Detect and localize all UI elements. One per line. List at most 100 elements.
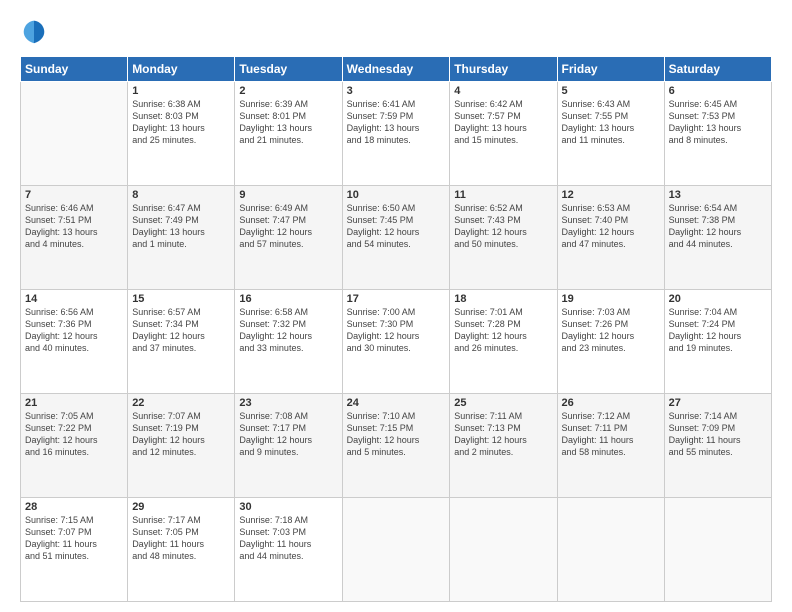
- calendar-cell: 24Sunrise: 7:10 AM Sunset: 7:15 PM Dayli…: [342, 394, 450, 498]
- day-number: 7: [25, 189, 123, 201]
- calendar-week-row: 28Sunrise: 7:15 AM Sunset: 7:07 PM Dayli…: [21, 498, 772, 602]
- day-info: Sunrise: 6:43 AM Sunset: 7:55 PM Dayligh…: [562, 98, 660, 147]
- day-number: 30: [239, 501, 337, 513]
- day-info: Sunrise: 6:49 AM Sunset: 7:47 PM Dayligh…: [239, 202, 337, 251]
- day-info: Sunrise: 7:01 AM Sunset: 7:28 PM Dayligh…: [454, 306, 552, 355]
- weekday-header: Wednesday: [342, 57, 450, 82]
- day-info: Sunrise: 6:58 AM Sunset: 7:32 PM Dayligh…: [239, 306, 337, 355]
- day-number: 16: [239, 293, 337, 305]
- calendar-week-row: 1Sunrise: 6:38 AM Sunset: 8:03 PM Daylig…: [21, 82, 772, 186]
- day-info: Sunrise: 7:03 AM Sunset: 7:26 PM Dayligh…: [562, 306, 660, 355]
- calendar-week-row: 21Sunrise: 7:05 AM Sunset: 7:22 PM Dayli…: [21, 394, 772, 498]
- day-number: 19: [562, 293, 660, 305]
- calendar-cell: 13Sunrise: 6:54 AM Sunset: 7:38 PM Dayli…: [664, 186, 771, 290]
- day-info: Sunrise: 6:45 AM Sunset: 7:53 PM Dayligh…: [669, 98, 767, 147]
- calendar-cell: 6Sunrise: 6:45 AM Sunset: 7:53 PM Daylig…: [664, 82, 771, 186]
- day-number: 21: [25, 397, 123, 409]
- calendar-cell: [664, 498, 771, 602]
- calendar-cell: 2Sunrise: 6:39 AM Sunset: 8:01 PM Daylig…: [235, 82, 342, 186]
- day-info: Sunrise: 7:18 AM Sunset: 7:03 PM Dayligh…: [239, 514, 337, 563]
- day-number: 9: [239, 189, 337, 201]
- day-number: 18: [454, 293, 552, 305]
- calendar-cell: 5Sunrise: 6:43 AM Sunset: 7:55 PM Daylig…: [557, 82, 664, 186]
- day-number: 27: [669, 397, 767, 409]
- calendar-cell: 23Sunrise: 7:08 AM Sunset: 7:17 PM Dayli…: [235, 394, 342, 498]
- calendar-header-row: SundayMondayTuesdayWednesdayThursdayFrid…: [21, 57, 772, 82]
- calendar-cell: 10Sunrise: 6:50 AM Sunset: 7:45 PM Dayli…: [342, 186, 450, 290]
- day-info: Sunrise: 7:11 AM Sunset: 7:13 PM Dayligh…: [454, 410, 552, 459]
- day-number: 17: [347, 293, 446, 305]
- calendar-cell: 14Sunrise: 6:56 AM Sunset: 7:36 PM Dayli…: [21, 290, 128, 394]
- day-number: 13: [669, 189, 767, 201]
- day-number: 4: [454, 85, 552, 97]
- day-info: Sunrise: 6:57 AM Sunset: 7:34 PM Dayligh…: [132, 306, 230, 355]
- day-info: Sunrise: 6:42 AM Sunset: 7:57 PM Dayligh…: [454, 98, 552, 147]
- day-number: 26: [562, 397, 660, 409]
- calendar-cell: 27Sunrise: 7:14 AM Sunset: 7:09 PM Dayli…: [664, 394, 771, 498]
- calendar-week-row: 14Sunrise: 6:56 AM Sunset: 7:36 PM Dayli…: [21, 290, 772, 394]
- calendar-week-row: 7Sunrise: 6:46 AM Sunset: 7:51 PM Daylig…: [21, 186, 772, 290]
- calendar-cell: 19Sunrise: 7:03 AM Sunset: 7:26 PM Dayli…: [557, 290, 664, 394]
- day-number: 23: [239, 397, 337, 409]
- calendar-cell: 12Sunrise: 6:53 AM Sunset: 7:40 PM Dayli…: [557, 186, 664, 290]
- weekday-header: Saturday: [664, 57, 771, 82]
- day-info: Sunrise: 7:04 AM Sunset: 7:24 PM Dayligh…: [669, 306, 767, 355]
- calendar-cell: 20Sunrise: 7:04 AM Sunset: 7:24 PM Dayli…: [664, 290, 771, 394]
- calendar-cell: 21Sunrise: 7:05 AM Sunset: 7:22 PM Dayli…: [21, 394, 128, 498]
- calendar-cell: [342, 498, 450, 602]
- day-info: Sunrise: 6:52 AM Sunset: 7:43 PM Dayligh…: [454, 202, 552, 251]
- day-number: 3: [347, 85, 446, 97]
- calendar-cell: [557, 498, 664, 602]
- calendar-cell: 22Sunrise: 7:07 AM Sunset: 7:19 PM Dayli…: [128, 394, 235, 498]
- calendar-cell: [21, 82, 128, 186]
- day-info: Sunrise: 7:14 AM Sunset: 7:09 PM Dayligh…: [669, 410, 767, 459]
- day-info: Sunrise: 6:56 AM Sunset: 7:36 PM Dayligh…: [25, 306, 123, 355]
- day-number: 12: [562, 189, 660, 201]
- day-number: 24: [347, 397, 446, 409]
- day-info: Sunrise: 6:46 AM Sunset: 7:51 PM Dayligh…: [25, 202, 123, 251]
- calendar-cell: 9Sunrise: 6:49 AM Sunset: 7:47 PM Daylig…: [235, 186, 342, 290]
- day-number: 1: [132, 85, 230, 97]
- day-info: Sunrise: 6:47 AM Sunset: 7:49 PM Dayligh…: [132, 202, 230, 251]
- day-info: Sunrise: 6:53 AM Sunset: 7:40 PM Dayligh…: [562, 202, 660, 251]
- weekday-header: Monday: [128, 57, 235, 82]
- day-number: 6: [669, 85, 767, 97]
- weekday-header: Sunday: [21, 57, 128, 82]
- day-info: Sunrise: 7:07 AM Sunset: 7:19 PM Dayligh…: [132, 410, 230, 459]
- day-info: Sunrise: 6:54 AM Sunset: 7:38 PM Dayligh…: [669, 202, 767, 251]
- day-number: 15: [132, 293, 230, 305]
- day-info: Sunrise: 7:17 AM Sunset: 7:05 PM Dayligh…: [132, 514, 230, 563]
- calendar-cell: 7Sunrise: 6:46 AM Sunset: 7:51 PM Daylig…: [21, 186, 128, 290]
- day-info: Sunrise: 6:41 AM Sunset: 7:59 PM Dayligh…: [347, 98, 446, 147]
- day-number: 5: [562, 85, 660, 97]
- calendar-cell: 17Sunrise: 7:00 AM Sunset: 7:30 PM Dayli…: [342, 290, 450, 394]
- day-number: 22: [132, 397, 230, 409]
- calendar-cell: 8Sunrise: 6:47 AM Sunset: 7:49 PM Daylig…: [128, 186, 235, 290]
- logo-icon: [20, 18, 48, 46]
- calendar-cell: 18Sunrise: 7:01 AM Sunset: 7:28 PM Dayli…: [450, 290, 557, 394]
- day-number: 2: [239, 85, 337, 97]
- day-info: Sunrise: 7:05 AM Sunset: 7:22 PM Dayligh…: [25, 410, 123, 459]
- weekday-header: Friday: [557, 57, 664, 82]
- calendar-cell: 25Sunrise: 7:11 AM Sunset: 7:13 PM Dayli…: [450, 394, 557, 498]
- day-info: Sunrise: 6:39 AM Sunset: 8:01 PM Dayligh…: [239, 98, 337, 147]
- day-number: 8: [132, 189, 230, 201]
- day-number: 11: [454, 189, 552, 201]
- day-number: 28: [25, 501, 123, 513]
- logo: [20, 18, 52, 46]
- day-info: Sunrise: 7:00 AM Sunset: 7:30 PM Dayligh…: [347, 306, 446, 355]
- day-info: Sunrise: 6:50 AM Sunset: 7:45 PM Dayligh…: [347, 202, 446, 251]
- day-info: Sunrise: 6:38 AM Sunset: 8:03 PM Dayligh…: [132, 98, 230, 147]
- calendar-cell: 3Sunrise: 6:41 AM Sunset: 7:59 PM Daylig…: [342, 82, 450, 186]
- calendar-cell: 29Sunrise: 7:17 AM Sunset: 7:05 PM Dayli…: [128, 498, 235, 602]
- day-info: Sunrise: 7:10 AM Sunset: 7:15 PM Dayligh…: [347, 410, 446, 459]
- day-number: 10: [347, 189, 446, 201]
- calendar-table: SundayMondayTuesdayWednesdayThursdayFrid…: [20, 56, 772, 602]
- calendar-cell: 16Sunrise: 6:58 AM Sunset: 7:32 PM Dayli…: [235, 290, 342, 394]
- day-number: 25: [454, 397, 552, 409]
- calendar-cell: 26Sunrise: 7:12 AM Sunset: 7:11 PM Dayli…: [557, 394, 664, 498]
- day-info: Sunrise: 7:15 AM Sunset: 7:07 PM Dayligh…: [25, 514, 123, 563]
- calendar-cell: 4Sunrise: 6:42 AM Sunset: 7:57 PM Daylig…: [450, 82, 557, 186]
- calendar-cell: 11Sunrise: 6:52 AM Sunset: 7:43 PM Dayli…: [450, 186, 557, 290]
- day-number: 20: [669, 293, 767, 305]
